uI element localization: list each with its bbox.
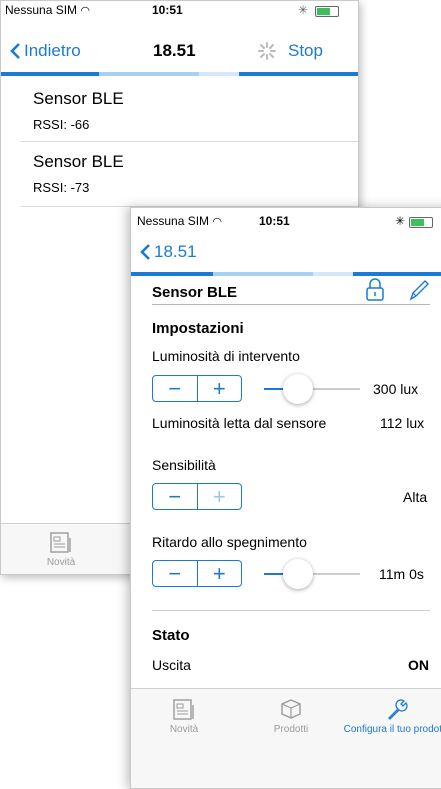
device-rssi: RSSI: -66	[33, 117, 90, 132]
device-rssi: RSSI: -73	[33, 180, 90, 195]
decrement-button[interactable]: −	[153, 561, 197, 586]
threshold-stepper[interactable]: − +	[152, 375, 242, 402]
slider-knob[interactable]	[282, 374, 313, 404]
tab-configure-label: Configura il tuo prodotto	[343, 724, 441, 735]
chevron-left-icon	[10, 43, 20, 59]
battery-icon	[315, 6, 339, 17]
divider	[152, 610, 430, 611]
read-lux-value: 112 lux	[380, 415, 425, 431]
status-bar: Nessuna SIM ◠ 10:51 ✳	[5, 1, 355, 19]
decrement-button[interactable]: −	[153, 484, 197, 509]
spinner-icon	[258, 42, 276, 60]
tab-bar: Novità Prodotti Configura il tuo prodott…	[131, 688, 441, 788]
read-lux-label: Luminosità letta dal sensore	[152, 415, 327, 431]
back-label: 18.51	[154, 242, 197, 261]
decrement-button[interactable]: −	[153, 376, 197, 401]
tab-configure[interactable]: Configura il tuo prodotto	[343, 697, 441, 735]
wifi-icon: ◠	[80, 5, 90, 17]
back-label: Indietro	[24, 41, 81, 60]
status-bar: Nessuna SIM ◠ 10:51 ✳	[137, 212, 441, 230]
tab-news-label: Novità	[169, 724, 199, 735]
wifi-icon: ◠	[212, 216, 222, 228]
sensitivity-stepper[interactable]: − +	[152, 483, 242, 510]
delay-stepper[interactable]: − +	[152, 560, 242, 587]
output-label: Uscita	[152, 657, 191, 673]
tab-products[interactable]: Prodotti	[256, 697, 326, 735]
state-header: Stato	[152, 627, 190, 644]
bluetooth-icon: ✳	[395, 214, 406, 228]
device-name: Sensor BLE	[33, 89, 124, 108]
sensitivity-value: Alta	[403, 489, 428, 505]
box-icon	[281, 699, 301, 719]
delay-value: 11m 0s	[379, 566, 424, 582]
wrench-icon	[388, 699, 408, 720]
increment-button[interactable]: +	[198, 561, 242, 586]
bluetooth-icon: ✳	[298, 3, 309, 17]
newspaper-icon	[50, 532, 71, 553]
settings-header: Impostazioni	[152, 320, 244, 337]
back-button[interactable]: 18.51	[139, 242, 197, 262]
sensitivity-label: Sensibilità	[152, 457, 216, 473]
increment-button[interactable]: +	[198, 376, 242, 401]
delay-label: Ritardo allo spegnimento	[152, 534, 307, 550]
pencil-icon[interactable]	[408, 278, 430, 302]
back-button[interactable]: Indietro	[9, 41, 81, 61]
device-detail-screen: Nessuna SIM ◠ 10:51 ✳ 18.51 Sensor BLE I…	[130, 207, 441, 789]
nav-title: 18.51	[153, 41, 196, 60]
lock-icon[interactable]	[365, 278, 385, 302]
device-header: Sensor BLE	[152, 276, 430, 305]
device-list-item[interactable]: Sensor BLE RSSI: -66	[21, 77, 358, 142]
chevron-left-icon	[140, 244, 150, 260]
tab-news-label: Novità	[46, 557, 76, 568]
device-list-item[interactable]: Sensor BLE RSSI: -73	[21, 142, 358, 207]
increment-button[interactable]: +	[198, 484, 242, 509]
carrier-label: Nessuna SIM	[137, 214, 210, 228]
time-label: 10:51	[152, 3, 183, 17]
stop-button[interactable]: Stop	[288, 41, 323, 61]
output-value: ON	[408, 657, 429, 673]
delay-slider[interactable]	[264, 559, 360, 589]
newspaper-icon	[173, 699, 194, 720]
device-name: Sensor BLE	[33, 152, 124, 171]
battery-icon	[409, 217, 433, 228]
tab-products-label: Prodotti	[273, 724, 309, 735]
tab-news[interactable]: Novità	[149, 697, 219, 735]
slider-knob[interactable]	[282, 559, 313, 589]
tab-news[interactable]: Novità	[36, 530, 86, 568]
carrier-label: Nessuna SIM	[5, 3, 78, 17]
time-label: 10:51	[259, 214, 290, 228]
threshold-label: Luminosità di intervento	[152, 348, 300, 364]
threshold-value: 300 lux	[373, 381, 419, 397]
device-name: Sensor BLE	[152, 284, 238, 301]
threshold-slider[interactable]	[264, 374, 360, 404]
scan-progress-bar	[1, 72, 358, 76]
